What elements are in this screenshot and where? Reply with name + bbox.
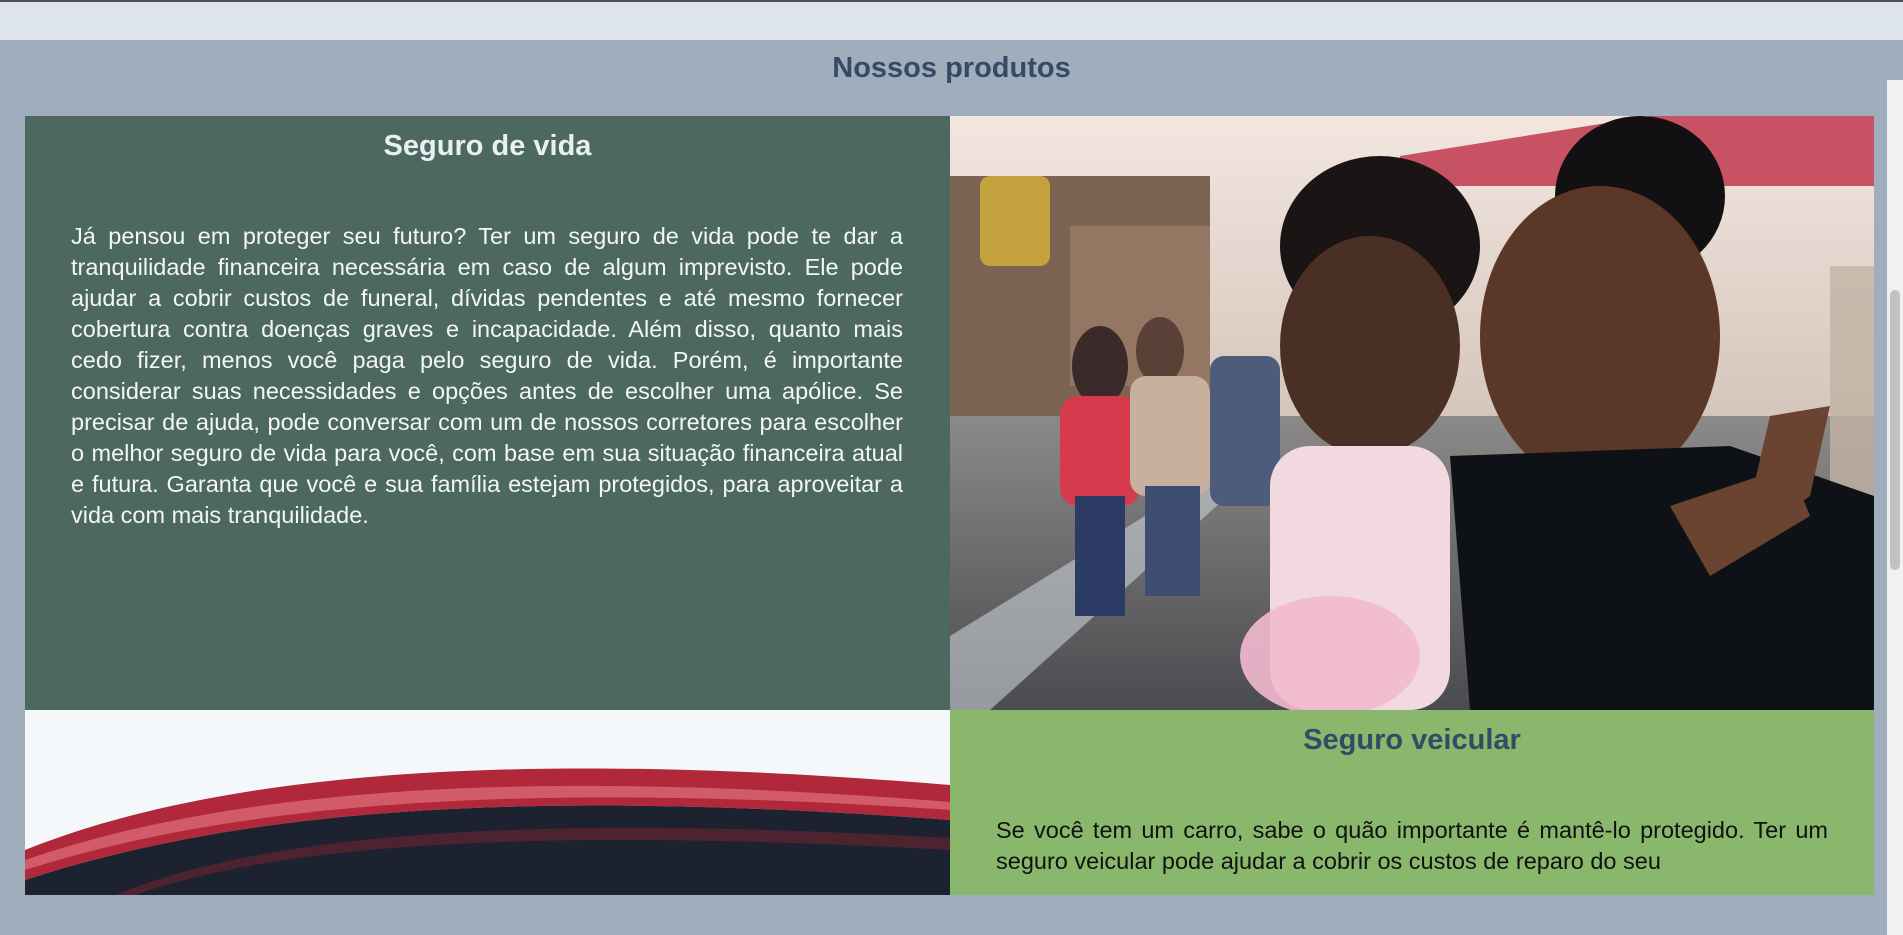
products-section: Nossos produtos Seguro de vida Já pensou… xyxy=(0,40,1903,935)
scrollbar-thumb[interactable] xyxy=(1890,290,1900,570)
life-insurance-description: Já pensou em proteger seu futuro? Ter um… xyxy=(71,223,903,528)
vehicle-insurance-card: Seguro veicular Se você tem um carro, sa… xyxy=(950,710,1874,895)
vehicle-insurance-description: Se você tem um carro, sabe o quão import… xyxy=(996,817,1828,874)
car-image xyxy=(25,710,950,895)
page-scrollbar[interactable] xyxy=(1887,80,1903,935)
life-insurance-card: Seguro de vida Já pensou em proteger seu… xyxy=(25,116,950,710)
life-insurance-photo xyxy=(950,116,1874,710)
top-navigation-strip xyxy=(0,0,1903,40)
section-title: Nossos produtos xyxy=(832,52,1071,84)
vehicle-insurance-photo xyxy=(25,710,950,895)
life-insurance-title: Seguro de vida xyxy=(383,130,592,162)
vehicle-insurance-title: Seguro veicular xyxy=(1303,724,1521,756)
mother-daughter-image xyxy=(950,116,1874,710)
